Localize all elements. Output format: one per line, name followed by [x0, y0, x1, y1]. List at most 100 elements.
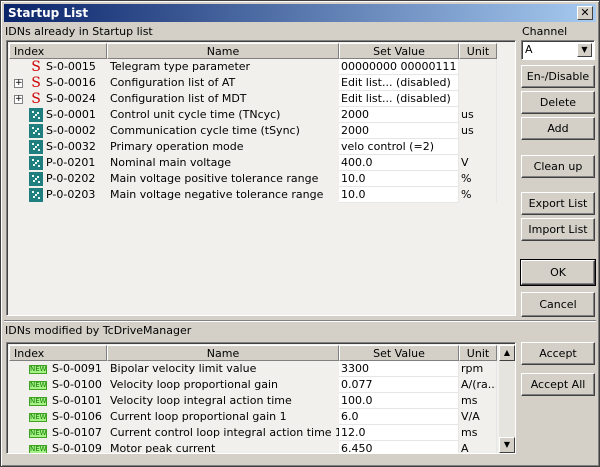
row-set-value[interactable]: 0.077: [339, 377, 459, 393]
row-index: S-0-0101: [52, 394, 102, 407]
row-set-value[interactable]: 400.0: [339, 155, 459, 171]
import-list-button[interactable]: Import List: [521, 218, 595, 241]
window-title: Startup List: [8, 6, 89, 20]
column-header-unit[interactable]: Unit: [459, 345, 497, 361]
table-row[interactable]: S-0-0001 Control unit cycle time (TNcyc) 2…: [9, 107, 497, 123]
row-index: S-0-0100: [52, 378, 102, 391]
row-unit: rpm: [459, 361, 497, 377]
row-name: Main voltage negative tolerance range: [110, 188, 324, 201]
table-row[interactable]: S-0-0002 Communication cycle time (tSync)…: [9, 123, 497, 139]
parameter-dots-icon: [29, 156, 43, 170]
table-row[interactable]: + S S-0-0024 Configuration list of MDT Edit …: [9, 91, 497, 107]
row-set-value[interactable]: 00000000 00000111: [339, 59, 459, 75]
row-set-value[interactable]: 10.0: [339, 171, 459, 187]
row-index: S-0-0015: [46, 60, 96, 73]
new-icon: NEW: [29, 364, 47, 374]
row-unit: A: [459, 441, 497, 453]
row-unit: A/(ra...: [461, 377, 497, 393]
s-parameter-icon: S: [31, 59, 41, 75]
row-set-value[interactable]: 12.0: [339, 425, 459, 441]
column-header-name[interactable]: Name: [107, 43, 339, 59]
row-unit: [459, 91, 497, 107]
row-index: S-0-0024: [46, 92, 96, 105]
column-header-name[interactable]: Name: [107, 345, 339, 361]
row-set-value[interactable]: 3300: [339, 361, 459, 377]
row-unit: V/A: [459, 409, 497, 425]
row-unit: us: [459, 123, 497, 139]
modified-table[interactable]: Index Name Set Value Unit NEW S-0-0091 Bip…: [6, 342, 516, 454]
accept-all-button[interactable]: Accept All: [521, 373, 595, 396]
table-row[interactable]: NEW S-0-0091 Bipolar velocity limit value 3…: [9, 361, 497, 377]
en-disable-button[interactable]: En-/Disable: [521, 65, 595, 88]
row-index: S-0-0016: [46, 76, 96, 89]
table-row[interactable]: NEW S-0-0100 Velocity loop proportional ga…: [9, 377, 497, 393]
row-name: Telegram type parameter: [110, 60, 251, 73]
row-unit: [459, 139, 497, 155]
row-set-value[interactable]: 6.450: [339, 441, 459, 453]
column-header-set-value[interactable]: Set Value: [339, 43, 459, 59]
parameter-dots-icon: [29, 188, 43, 202]
scroll-up-icon[interactable]: ▲: [499, 345, 515, 361]
row-set-value[interactable]: 6.0: [339, 409, 459, 425]
row-set-value[interactable]: 10.0: [339, 187, 459, 203]
table-row[interactable]: P-0-0203 Main voltage negative tolerance …: [9, 187, 497, 203]
row-set-value[interactable]: 2000: [339, 107, 459, 123]
row-index: S-0-0109: [52, 442, 102, 454]
parameter-dots-icon: [29, 172, 43, 186]
export-list-button[interactable]: Export List: [521, 192, 595, 215]
column-header-index[interactable]: Index: [9, 43, 107, 59]
parameter-dots-icon: [29, 140, 43, 154]
vertical-scrollbar[interactable]: ▲ ▼: [499, 345, 515, 453]
new-icon: NEW: [29, 444, 47, 453]
scroll-down-icon[interactable]: ▼: [499, 437, 515, 453]
table-row[interactable]: S-0-0032 Primary operation mode velo contr…: [9, 139, 497, 155]
table-row[interactable]: + S S-0-0016 Configuration list of AT Edit l…: [9, 75, 497, 91]
new-icon: NEW: [29, 412, 47, 422]
row-name: Bipolar velocity limit value: [110, 362, 257, 375]
row-name: Current control loop integral action tim…: [110, 426, 339, 439]
startup-table[interactable]: Index Name Set Value Unit S S-0-0015 Teleg…: [6, 40, 516, 316]
table-row[interactable]: NEW S-0-0106 Current loop proportional gai…: [9, 409, 497, 425]
row-set-value[interactable]: Edit list... (disabled): [339, 75, 459, 91]
expand-icon[interactable]: +: [14, 78, 23, 88]
table-row[interactable]: P-0-0201 Nominal main voltage 400.0 V: [9, 155, 497, 171]
table-row[interactable]: S S-0-0015 Telegram type parameter 00000000…: [9, 59, 497, 75]
cancel-button[interactable]: Cancel: [521, 292, 595, 317]
startup-table-header: Index Name Set Value Unit: [9, 43, 497, 59]
modified-table-header: Index Name Set Value Unit: [9, 345, 497, 361]
row-unit: V: [459, 155, 497, 171]
column-header-unit[interactable]: Unit: [459, 43, 497, 59]
row-set-value[interactable]: 2000: [339, 123, 459, 139]
row-set-value[interactable]: Edit list... (disabled): [339, 91, 459, 107]
clean-up-button[interactable]: Clean up: [521, 155, 595, 178]
close-icon[interactable]: ✕: [577, 6, 593, 20]
table-row[interactable]: P-0-0202 Main voltage positive tolerance …: [9, 171, 497, 187]
row-set-value[interactable]: velo control (=2): [339, 139, 459, 155]
startup-section-label: IDNs already in Startup list: [5, 25, 153, 38]
parameter-dots-icon: [29, 124, 43, 138]
row-unit: %: [459, 187, 497, 203]
ok-button[interactable]: OK: [520, 259, 596, 286]
accept-button[interactable]: Accept: [521, 342, 595, 365]
row-index: S-0-0091: [52, 362, 102, 375]
table-row[interactable]: NEW S-0-0101 Velocity loop integral action…: [9, 393, 497, 409]
delete-button[interactable]: Delete: [521, 91, 595, 114]
column-header-index[interactable]: Index: [9, 345, 107, 361]
row-name: Configuration list of MDT: [110, 92, 247, 105]
modified-section-label: IDNs modified by TcDriveManager: [5, 324, 192, 337]
table-row[interactable]: NEW S-0-0109 Motor peak current 6.450 A: [9, 441, 497, 454]
row-index: S-0-0032: [46, 140, 96, 153]
row-unit: [459, 59, 497, 75]
add-button[interactable]: Add: [521, 117, 595, 140]
channel-select[interactable]: A ▼: [521, 40, 595, 60]
row-unit: ms: [459, 393, 497, 409]
row-name: Configuration list of AT: [110, 76, 236, 89]
table-row[interactable]: NEW S-0-0107 Current control loop integral…: [9, 425, 497, 441]
chevron-down-icon[interactable]: ▼: [577, 43, 592, 57]
column-header-set-value[interactable]: Set Value: [339, 345, 459, 361]
startup-list-dialog: Startup List ✕ IDNs already in Startup l…: [0, 0, 600, 467]
row-index: P-0-0202: [46, 172, 96, 185]
expand-icon[interactable]: +: [14, 94, 23, 104]
row-set-value[interactable]: 100.0: [339, 393, 459, 409]
row-name: Primary operation mode: [110, 140, 244, 153]
